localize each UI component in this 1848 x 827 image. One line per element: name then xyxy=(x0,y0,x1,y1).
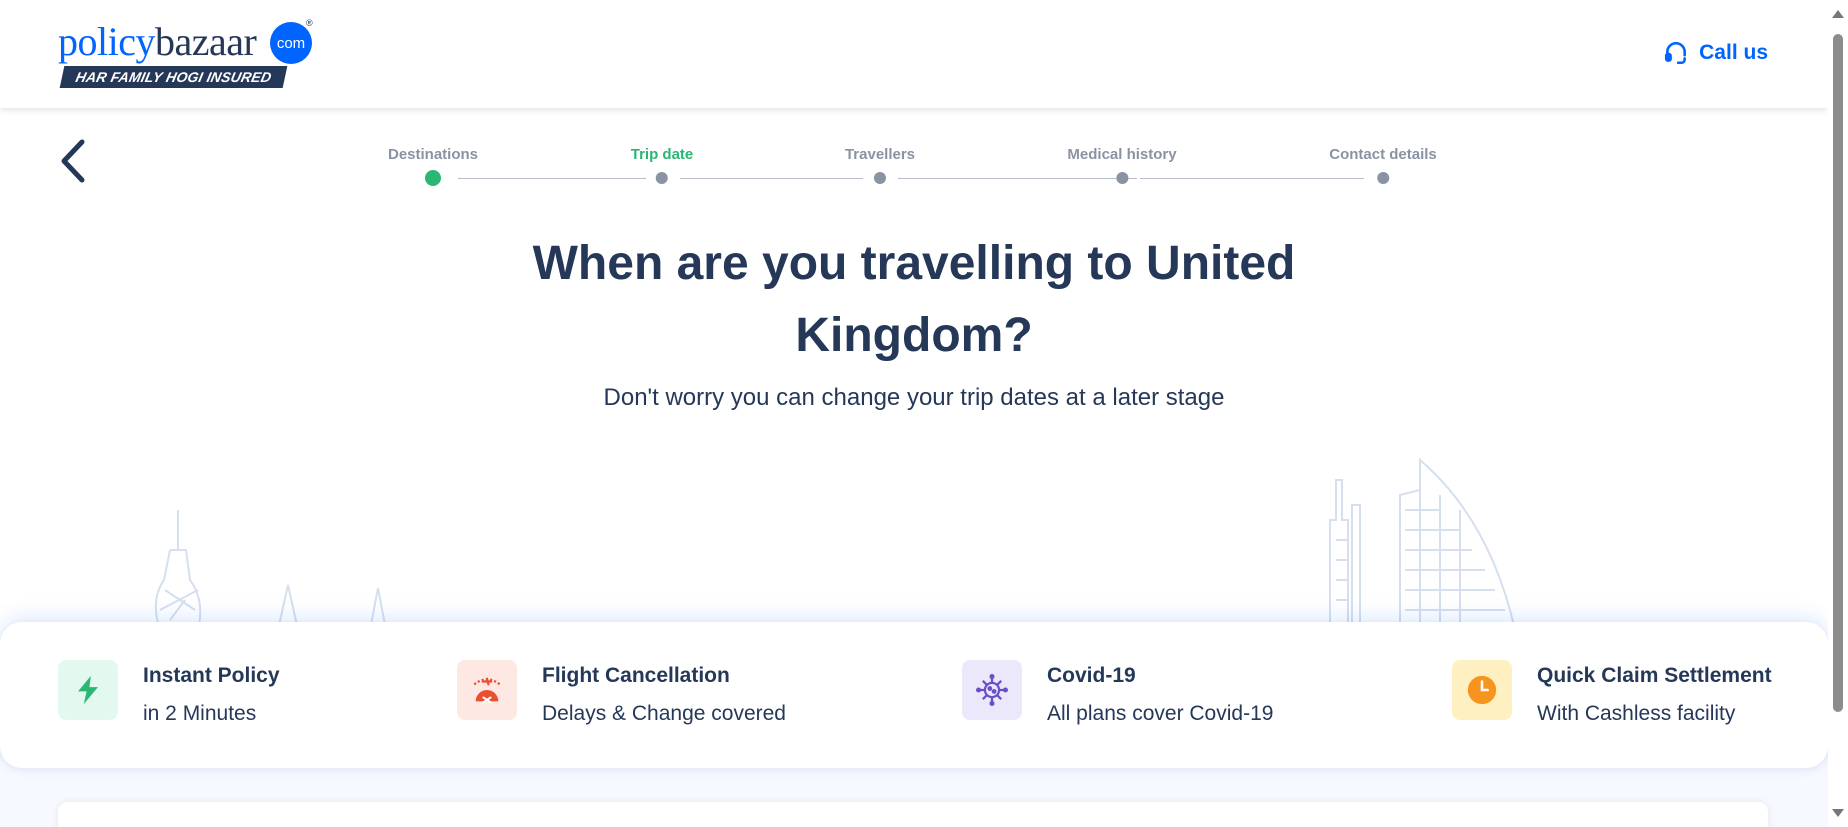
feature-title: Instant Policy xyxy=(143,664,280,687)
step-label: Travellers xyxy=(844,146,916,163)
feature-subtitle: With Cashless facility xyxy=(1537,702,1736,725)
step-medical-history[interactable]: Medical history xyxy=(1067,146,1177,184)
top-header: policybazaar com ® HAR FAMILY HOGI INSUR… xyxy=(0,0,1828,108)
logo-registered-mark: ® xyxy=(306,18,313,28)
step-label: Destinations xyxy=(387,146,479,163)
page-title: When are you travelling to United Kingdo… xyxy=(532,237,1296,362)
step-trip-date[interactable]: Trip date xyxy=(630,146,694,184)
logo-bazaar-text: bazaar xyxy=(154,19,257,64)
step-destinations[interactable]: Destinations xyxy=(387,146,479,186)
step-dot xyxy=(1377,172,1389,184)
feature-title: Quick Claim Settlement xyxy=(1537,664,1772,687)
back-chevron-icon[interactable] xyxy=(56,136,90,186)
feature-text: Covid-19 All plans cover Covid-19 xyxy=(1047,660,1273,726)
step-label: Trip date xyxy=(630,146,694,163)
step-label: Medical history xyxy=(1067,146,1177,163)
feature-title: Flight Cancellation xyxy=(542,664,730,687)
skyline-illustration xyxy=(154,457,1516,630)
feature-covid-19: Covid-19 All plans cover Covid-19 xyxy=(962,660,1273,726)
vertical-scrollbar[interactable] xyxy=(1828,0,1848,827)
page-subtitle: Don't worry you can change your trip dat… xyxy=(603,384,1225,411)
feature-title: Covid-19 xyxy=(1047,664,1136,687)
stepper-connector xyxy=(680,178,863,179)
scroll-up-arrow-icon[interactable] xyxy=(1832,10,1844,18)
virus-icon xyxy=(975,673,1009,707)
stepper-connector xyxy=(898,178,1137,179)
feature-text: Instant Policy in 2 Minutes xyxy=(143,660,280,726)
headset-icon xyxy=(1665,41,1687,65)
features-bar: Instant Policy in 2 Minutes Flight Cance… xyxy=(0,622,1828,768)
step-contact-details[interactable]: Contact details xyxy=(1329,146,1437,184)
feature-icon-box xyxy=(457,660,517,720)
step-label: Contact details xyxy=(1329,146,1437,163)
flight-cancel-icon xyxy=(473,677,501,704)
feature-text: Quick Claim Settlement With Cashless fac… xyxy=(1537,660,1772,726)
step-dot xyxy=(1115,172,1128,184)
logo-tagline: HAR FAMILY HOGI INSURED xyxy=(59,66,288,88)
call-us-button[interactable]: Call us xyxy=(1663,40,1768,66)
policybazaar-logo[interactable]: policybazaar com ® HAR FAMILY HOGI INSUR… xyxy=(58,18,318,90)
feature-icon-box xyxy=(58,660,118,720)
call-us-label: Call us xyxy=(1699,41,1768,64)
stepper-connector xyxy=(458,178,646,179)
step-dot xyxy=(655,172,668,184)
feature-icon-box xyxy=(962,660,1022,720)
step-dot-completed xyxy=(424,170,441,186)
stepper-connector xyxy=(1140,178,1364,179)
logo-policy-text: policy xyxy=(58,19,155,64)
step-dot xyxy=(874,172,886,184)
feature-subtitle: in 2 Minutes xyxy=(143,702,257,725)
feature-icon-box xyxy=(1452,660,1512,720)
logo-com-badge: com xyxy=(270,22,312,64)
step-travellers[interactable]: Travellers xyxy=(844,146,916,184)
progress-stepper: Destinations Trip date Travellers Medica… xyxy=(360,146,1460,196)
date-selection-card[interactable] xyxy=(58,802,1768,827)
feature-instant-policy: Instant Policy in 2 Minutes xyxy=(58,660,280,726)
feature-flight-cancellation: Flight Cancellation Delays & Change cove… xyxy=(457,660,786,726)
clock-icon xyxy=(1467,675,1497,705)
lightning-icon xyxy=(78,675,98,705)
feature-quick-claim: Quick Claim Settlement With Cashless fac… xyxy=(1452,660,1772,726)
feature-text: Flight Cancellation Delays & Change cove… xyxy=(542,660,786,726)
scrollbar-thumb[interactable] xyxy=(1833,34,1843,712)
scroll-down-arrow-icon[interactable] xyxy=(1832,809,1844,817)
feature-subtitle: Delays & Change covered xyxy=(542,702,786,725)
feature-subtitle: All plans cover Covid-19 xyxy=(1047,702,1274,725)
logo-wordmark: policybazaar xyxy=(58,19,257,64)
